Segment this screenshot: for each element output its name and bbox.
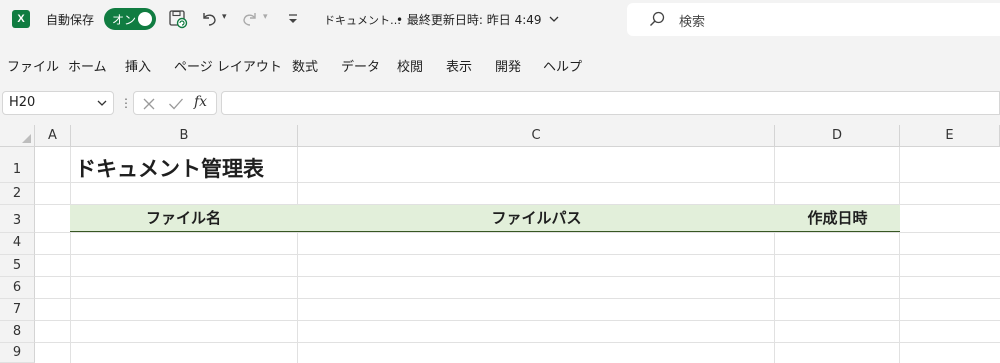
insert-function-icon[interactable]: fx [194,94,207,110]
more-options-icon[interactable]: ⋮ [120,96,132,110]
row-header-7[interactable]: 7 [0,299,35,321]
gridline [35,232,1000,233]
tab-formulas[interactable]: 数式 [292,56,318,75]
tab-developer[interactable]: 開発 [495,56,521,75]
autosave-state: オン [112,13,137,27]
tab-home[interactable]: ホーム [68,56,107,75]
undo-icon[interactable] [199,9,219,29]
search-icon [650,11,665,26]
tab-view[interactable]: 表示 [446,56,472,75]
worksheet-grid[interactable]: A B C D E ファイル名 ファイルパス 作成日時 ドキュメント管理表 1 … [0,125,1000,363]
gridline [35,342,1000,343]
tab-review[interactable]: 校閲 [397,56,423,75]
gridline [70,147,71,363]
sheet-title[interactable]: ドキュメント管理表 [75,153,264,183]
column-header-a[interactable]: A [35,125,71,147]
column-header-c[interactable]: C [298,125,775,147]
select-all-button[interactable] [0,125,35,147]
chevron-down-icon [549,16,559,22]
tab-page-layout[interactable]: ページ レイアウト [174,56,282,75]
formula-input[interactable] [221,91,1000,115]
title-bar: X 自動保存 オン ▾ ▾ ドキュメント… • 最終更新日時: 昨日 4:49 … [0,0,1000,40]
gridline [35,298,1000,299]
excel-logo-icon: X [12,10,30,28]
row-header-4[interactable]: 4 [0,233,35,255]
save-icon[interactable] [168,9,188,29]
row-header-1[interactable]: 1 [0,147,35,183]
gridline [35,254,1000,255]
undo-dropdown-icon[interactable]: ▾ [222,12,227,22]
table-header-row: ファイル名 ファイルパス 作成日時 [70,205,900,232]
row-header-9[interactable]: 9 [0,343,35,363]
ribbon-tabs: ファイル ホーム 挿入 ページ レイアウト 数式 データ 校閲 表示 開発 ヘル… [0,50,1000,80]
last-modified-text: • 最終更新日時: 昨日 4:49 [396,13,542,27]
gridline [297,147,298,363]
gridline [35,320,1000,321]
redo-icon[interactable] [240,9,260,29]
header-created-at[interactable]: 作成日時 [775,207,900,228]
chevron-down-icon[interactable] [97,99,107,107]
select-all-triangle-icon [22,134,31,143]
cancel-icon[interactable] [142,97,156,111]
column-header-d[interactable]: D [775,125,900,147]
row-header-5[interactable]: 5 [0,255,35,277]
tab-insert[interactable]: 挿入 [125,56,151,75]
header-file-path[interactable]: ファイルパス [298,207,775,228]
name-box-value: H20 [9,95,36,110]
last-modified-info[interactable]: • 最終更新日時: 昨日 4:49 [396,11,560,28]
row-header-6[interactable]: 6 [0,277,35,299]
autosave-toggle[interactable]: オン [104,8,156,30]
column-header-b[interactable]: B [71,125,298,147]
row-header-2[interactable]: 2 [0,183,35,205]
search-placeholder: 検索 [679,15,706,30]
tab-data[interactable]: データ [341,56,380,75]
column-header-e[interactable]: E [900,125,1000,147]
row-header-3[interactable]: 3 [0,205,35,233]
gridline [774,147,775,363]
row-header-8[interactable]: 8 [0,321,35,343]
tab-help[interactable]: ヘルプ [543,56,582,75]
redo-dropdown-icon[interactable]: ▾ [263,12,268,22]
customize-toolbar-icon[interactable] [284,9,304,29]
formula-buttons: fx [133,91,217,115]
gridline [35,276,1000,277]
header-file-name[interactable]: ファイル名 [70,207,297,228]
toggle-knob [138,12,152,26]
gridline [899,147,900,363]
search-box[interactable]: 検索 [627,3,1000,36]
tab-file[interactable]: ファイル [7,56,59,75]
formula-bar: H20 ⋮ fx [0,89,1000,119]
enter-icon[interactable] [168,97,184,111]
document-name[interactable]: ドキュメント… [324,12,401,28]
name-box[interactable]: H20 [2,91,114,115]
autosave-label: 自動保存 [46,13,95,27]
